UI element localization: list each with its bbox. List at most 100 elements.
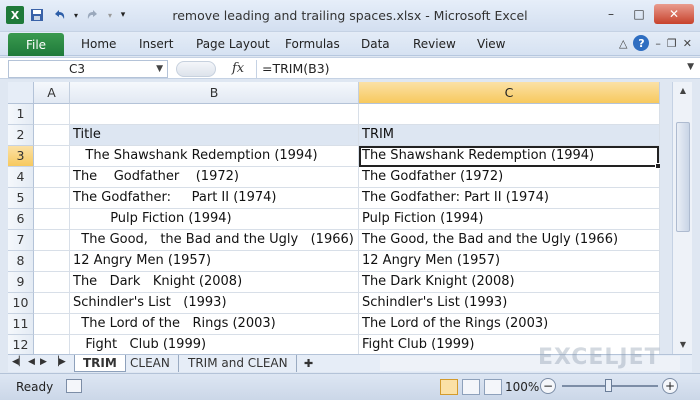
cell-a10[interactable] [34, 293, 70, 314]
column-header-a[interactable]: A [34, 82, 70, 104]
cell-a2[interactable] [34, 125, 70, 146]
cell-b4[interactable]: The Godfather (1972) [70, 167, 359, 188]
cell-a1[interactable] [34, 104, 70, 125]
tab-data[interactable]: Data [361, 37, 390, 51]
zoom-slider-thumb[interactable] [605, 379, 612, 392]
cell-a12[interactable] [34, 335, 70, 354]
cell-b11[interactable]: The Lord of the Rings (2003) [70, 314, 359, 335]
help-icon[interactable]: ? [633, 35, 650, 51]
macro-record-icon[interactable] [66, 379, 82, 393]
column-header-b[interactable]: B [70, 82, 359, 104]
cell-b6[interactable]: Pulp Fiction (1994) [70, 209, 359, 230]
tab-review[interactable]: Review [413, 37, 456, 51]
sheet-tab-trim[interactable]: TRIM [74, 355, 126, 372]
close-button[interactable]: ✕ [654, 4, 694, 24]
sheet-tab-clean[interactable]: CLEAN [122, 355, 179, 372]
insert-function-icon[interactable]: fx [232, 61, 244, 76]
row-header[interactable]: 2 [8, 125, 34, 146]
page-layout-view-icon[interactable] [462, 379, 480, 395]
window-title: remove leading and trailing spaces.xlsx … [172, 8, 528, 23]
cell-b9[interactable]: The Dark Knight (2008) [70, 272, 359, 293]
row-header[interactable]: 1 [8, 104, 34, 125]
cell-c4[interactable]: The Godfather (1972) [359, 167, 660, 188]
cell-c6[interactable]: Pulp Fiction (1994) [359, 209, 660, 230]
cell-b3[interactable]: The Shawshank Redemption (1994) [70, 146, 359, 167]
cell-c1[interactable] [359, 104, 660, 125]
workbook-close-icon[interactable]: ✕ [683, 37, 692, 50]
row-header[interactable]: 10 [8, 293, 34, 314]
sheet-tab-trim-and-clean[interactable]: TRIM and CLEAN [180, 355, 297, 372]
zoom-out-icon[interactable]: − [540, 378, 556, 394]
tab-home[interactable]: Home [81, 37, 116, 51]
select-all-corner[interactable] [8, 82, 34, 104]
row-header[interactable]: 6 [8, 209, 34, 230]
insert-sheet-icon[interactable]: ✚ [304, 357, 313, 370]
fill-handle[interactable] [655, 163, 660, 169]
cell-c10[interactable]: Schindler's List (1993) [359, 293, 660, 314]
formula-input[interactable]: =TRIM(B3) [256, 60, 680, 78]
workbook-restore-icon[interactable]: ❐ [667, 37, 677, 50]
scroll-up-icon[interactable]: ▲ [676, 84, 690, 98]
cell-a11[interactable] [34, 314, 70, 335]
title-bar: X ▾ ▾ ▾ remove leading and trailing spac… [0, 0, 700, 32]
last-sheet-icon[interactable]: ▕▶ [52, 357, 66, 367]
tab-file[interactable]: File [8, 33, 64, 56]
cell-c9[interactable]: The Dark Knight (2008) [359, 272, 660, 293]
tab-insert[interactable]: Insert [139, 37, 173, 51]
first-sheet-icon[interactable]: ◀▏ [12, 357, 26, 367]
row-header[interactable]: 4 [8, 167, 34, 188]
name-box[interactable]: C3 ▼ [8, 60, 168, 78]
row-header[interactable]: 7 [8, 230, 34, 251]
row-header[interactable]: 8 [8, 251, 34, 272]
worksheet-grid[interactable]: A B C 1 2 Title TRIM 3 The Shawshank Redempt… [8, 82, 660, 354]
cell-b1[interactable] [70, 104, 359, 125]
column-header-c[interactable]: C [359, 82, 660, 104]
cell-b8[interactable]: 12 Angry Men (1957) [70, 251, 359, 272]
row-header[interactable]: 5 [8, 188, 34, 209]
cell-c3[interactable]: The Shawshank Redemption (1994) [359, 146, 660, 167]
scroll-down-icon[interactable]: ▼ [676, 338, 690, 352]
expand-formula-bar-icon[interactable]: ▼ [687, 62, 694, 72]
prev-sheet-icon[interactable]: ◀ [28, 357, 35, 367]
maximize-button[interactable]: □ [626, 4, 652, 24]
cell-a9[interactable] [34, 272, 70, 293]
normal-view-icon[interactable] [440, 379, 458, 395]
window-controls: – □ ✕ [598, 4, 694, 24]
cell-c7[interactable]: The Good, the Bad and the Ugly (1966) [359, 230, 660, 251]
zoom-level[interactable]: 100% [505, 380, 539, 394]
cell-b7[interactable]: The Good, the Bad and the Ugly (1966) [70, 230, 359, 251]
workbook-minimize-icon[interactable]: – [655, 37, 661, 50]
minimize-ribbon-icon[interactable]: △ [619, 37, 627, 50]
cell-c2[interactable]: TRIM [359, 125, 660, 146]
cell-a5[interactable] [34, 188, 70, 209]
tab-view[interactable]: View [477, 37, 505, 51]
row-header[interactable]: 12 [8, 335, 34, 354]
scrollbar-thumb[interactable] [676, 122, 690, 232]
minimize-button[interactable]: – [598, 4, 624, 24]
exceljet-watermark: EXCELJET [538, 345, 661, 370]
formula-bar: C3 ▼ fx =TRIM(B3) ▼ [0, 57, 700, 79]
row-header[interactable]: 3 [8, 146, 34, 167]
row-header[interactable]: 11 [8, 314, 34, 335]
cell-a6[interactable] [34, 209, 70, 230]
row-header[interactable]: 9 [8, 272, 34, 293]
cell-b12[interactable]: Fight Club (1999) [70, 335, 359, 354]
name-box-dropdown-icon[interactable]: ▼ [156, 61, 163, 77]
cell-b10[interactable]: Schindler's List (1993) [70, 293, 359, 314]
cell-b2[interactable]: Title [70, 125, 359, 146]
formula-bar-divider [176, 61, 216, 77]
cell-b5[interactable]: The Godfather: Part II (1974) [70, 188, 359, 209]
zoom-in-icon[interactable]: + [662, 378, 678, 394]
cell-c11[interactable]: The Lord of the Rings (2003) [359, 314, 660, 335]
page-break-view-icon[interactable] [484, 379, 502, 395]
cell-a8[interactable] [34, 251, 70, 272]
cell-a4[interactable] [34, 167, 70, 188]
cell-a3[interactable] [34, 146, 70, 167]
next-sheet-icon[interactable]: ▶ [40, 357, 47, 367]
tab-page-layout[interactable]: Page Layout [196, 37, 270, 51]
cell-a7[interactable] [34, 230, 70, 251]
tab-formulas[interactable]: Formulas [285, 37, 340, 51]
vertical-scrollbar[interactable]: ▲ ▼ [672, 82, 692, 354]
cell-c8[interactable]: 12 Angry Men (1957) [359, 251, 660, 272]
cell-c5[interactable]: The Godfather: Part II (1974) [359, 188, 660, 209]
